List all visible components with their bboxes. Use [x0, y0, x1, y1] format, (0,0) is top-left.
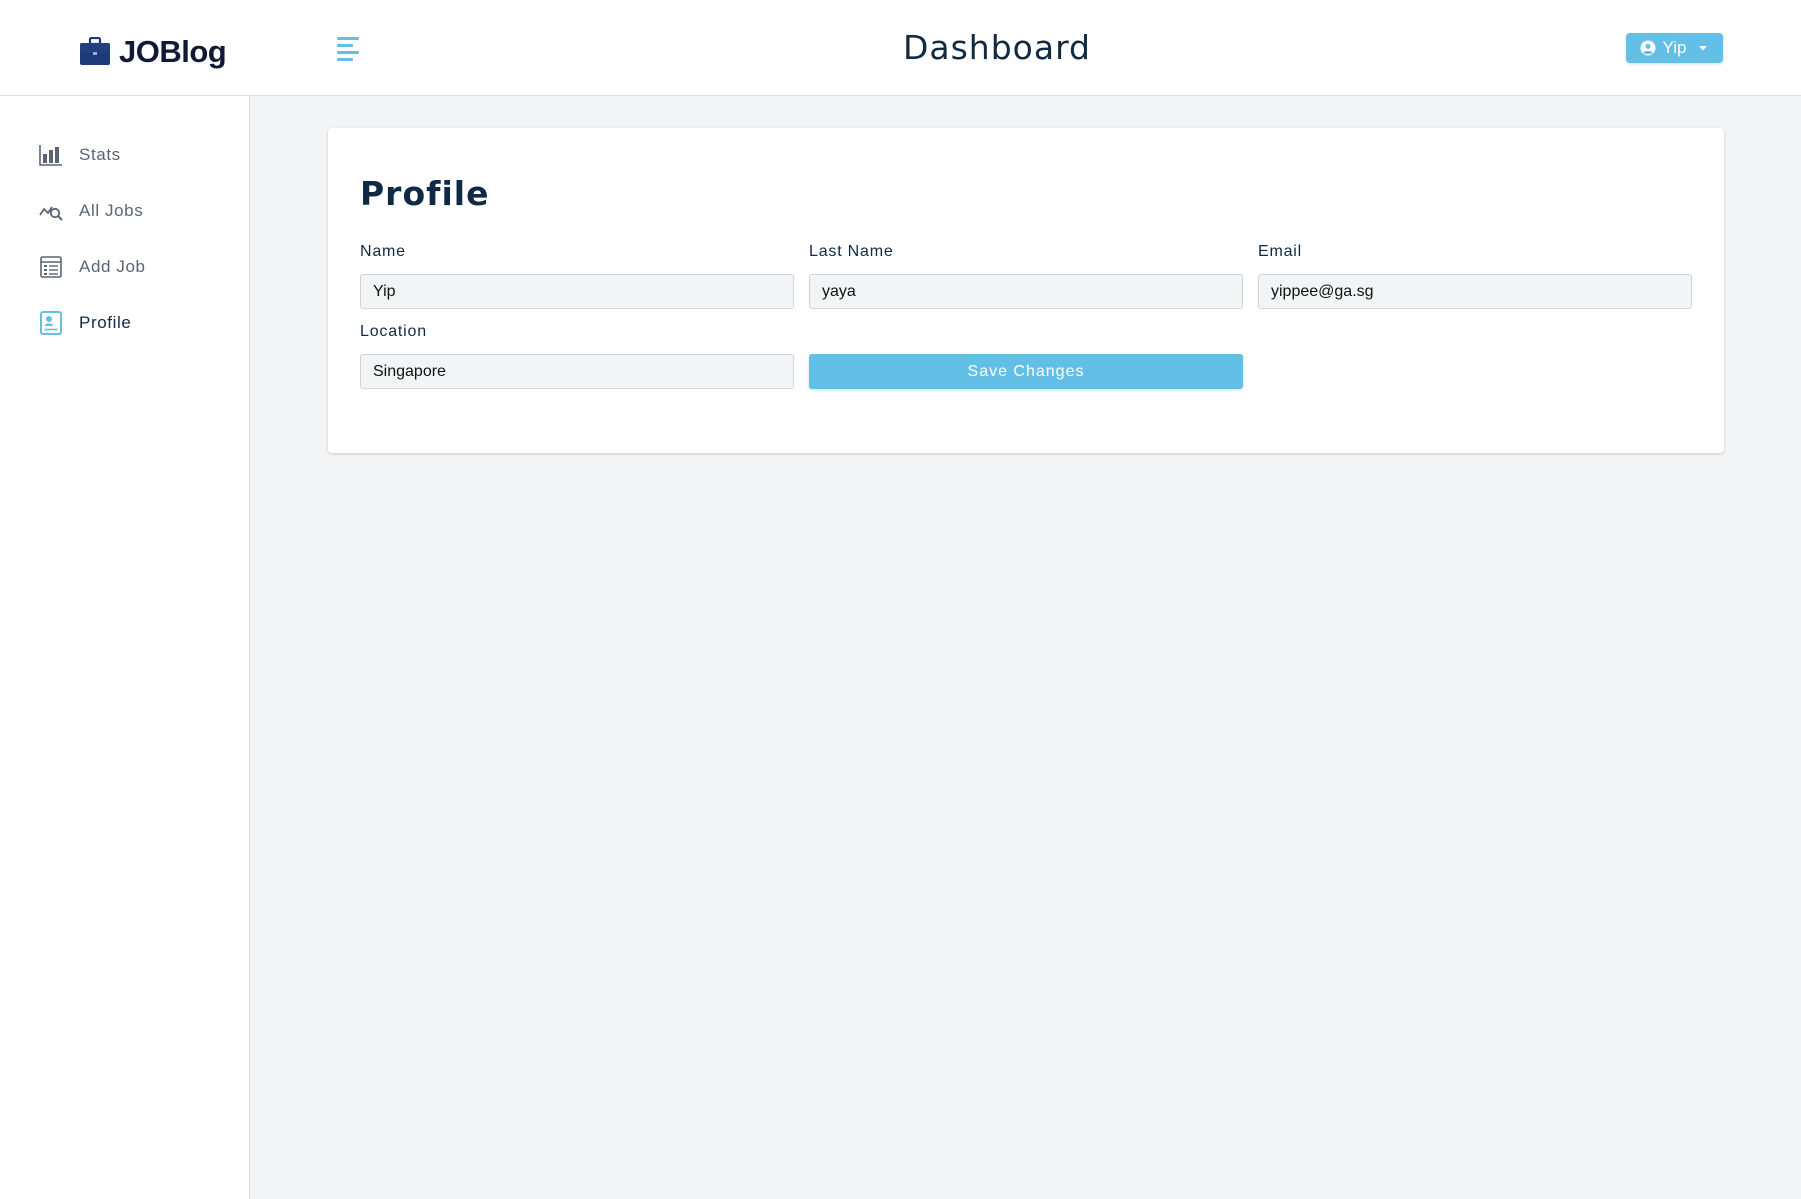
- location-label: Location: [360, 323, 427, 340]
- profile-card-icon: [39, 311, 63, 335]
- last-name-field-group: Last Name: [809, 242, 1243, 309]
- profile-card: Profile Name Last Name Email Location Sa…: [328, 128, 1724, 453]
- email-input[interactable]: [1258, 274, 1692, 309]
- last-name-input[interactable]: [809, 274, 1243, 309]
- caret-down-icon: [1699, 46, 1708, 51]
- brand-logo[interactable]: JOBlog: [79, 30, 227, 74]
- email-field-group: Email: [1258, 242, 1692, 309]
- email-label: Email: [1258, 243, 1303, 260]
- menu-align-left-icon: [337, 37, 359, 61]
- sidebar-toggle-button[interactable]: [335, 34, 363, 62]
- profile-title: Profile: [360, 174, 490, 213]
- bar-chart-icon: [39, 143, 63, 167]
- sidebar-item-profile[interactable]: Profile: [0, 295, 249, 351]
- name-input[interactable]: [360, 274, 794, 309]
- sidebar-item-label: All Jobs: [79, 201, 144, 220]
- user-circle-icon: [1640, 40, 1656, 56]
- user-menu-button[interactable]: Yip: [1626, 33, 1723, 63]
- sidebar-item-stats[interactable]: Stats: [0, 127, 249, 183]
- save-changes-button[interactable]: Save Changes: [809, 354, 1243, 389]
- last-name-label: Last Name: [809, 243, 894, 260]
- sidebar-item-add-job[interactable]: Add Job: [0, 239, 249, 295]
- name-label: Name: [360, 243, 406, 260]
- sidebar-item-label: Profile: [79, 313, 132, 332]
- sidebar-nav: Stats All Jobs Add Job Profile: [0, 127, 249, 351]
- location-input[interactable]: [360, 354, 794, 389]
- form-icon: [39, 255, 63, 279]
- name-field-group: Name: [360, 242, 794, 309]
- sidebar-item-label: Stats: [79, 145, 121, 164]
- page-title: Dashboard: [902, 28, 1092, 67]
- sidebar-item-all-jobs[interactable]: All Jobs: [0, 183, 249, 239]
- search-chart-icon: [39, 199, 63, 223]
- sidebar-item-label: Add Job: [79, 257, 146, 276]
- briefcase-icon: [80, 37, 110, 65]
- app-root: Dashboard Yip JOBlog Stats All Jobs Add …: [0, 0, 1801, 1199]
- top-header: Dashboard Yip: [0, 0, 1801, 96]
- user-name: Yip: [1662, 38, 1687, 57]
- location-field-group: Location: [360, 322, 794, 389]
- brand-name: JOBlog: [119, 34, 227, 69]
